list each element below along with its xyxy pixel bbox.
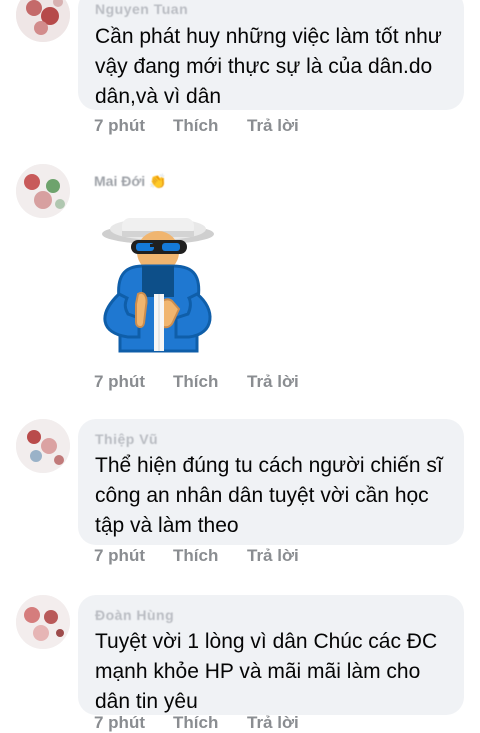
avatar[interactable] [16, 164, 70, 218]
comment-1: Nguyen Tuan Cần phát huy những việc làm … [0, 0, 480, 145]
comment-bubble: Nguyen Tuan Cần phát huy những việc làm … [78, 0, 464, 110]
comment-2: Mai Đới 👏 7 phút Thích Trả lời [0, 155, 480, 400]
reply-button[interactable]: Trả lời [247, 546, 299, 566]
comment-3: Thiệp Vũ Thể hiện đúng tu cách người chi… [0, 410, 480, 570]
comment-bubble: Thiệp Vũ Thể hiện đúng tu cách người chi… [78, 419, 464, 545]
comment-text: Cần phát huy những việc làm tốt như vậy … [95, 25, 442, 108]
comment-author[interactable]: Đoàn Hùng [95, 595, 452, 624]
comment-author[interactable]: Nguyen Tuan [95, 0, 452, 18]
avatar[interactable] [16, 0, 70, 42]
reply-button[interactable]: Trả lời [247, 116, 299, 136]
reply-button[interactable]: Trả lời [247, 713, 299, 733]
clapping-hands-icon: 👏 [149, 173, 167, 189]
comment-time: 7 phút [94, 116, 145, 135]
comment-time: 7 phút [94, 713, 145, 732]
clapping-sticker[interactable] [86, 205, 226, 370]
comment-bubble: Đoàn Hùng Tuyệt vời 1 lòng vì dân Chúc c… [78, 595, 464, 715]
comment-author[interactable]: Mai Đới 👏 [94, 173, 167, 190]
comment-4: Đoàn Hùng Tuyệt vời 1 lòng vì dân Chúc c… [0, 587, 480, 732]
comment-time: 7 phút [94, 372, 145, 391]
like-button[interactable]: Thích [173, 546, 218, 566]
avatar[interactable] [16, 419, 70, 473]
comment-text: Thể hiện đúng tu cách người chiến sĩ côn… [95, 454, 443, 537]
avatar[interactable] [16, 595, 70, 649]
comment-text: Tuyệt vời 1 lòng vì dân Chúc các ĐC mạnh… [95, 630, 438, 713]
reply-button[interactable]: Trả lời [247, 372, 299, 392]
like-button[interactable]: Thích [173, 372, 218, 392]
like-button[interactable]: Thích [173, 116, 218, 136]
like-button[interactable]: Thích [173, 713, 218, 733]
comment-time: 7 phút [94, 546, 145, 565]
comment-author[interactable]: Thiệp Vũ [95, 419, 452, 448]
